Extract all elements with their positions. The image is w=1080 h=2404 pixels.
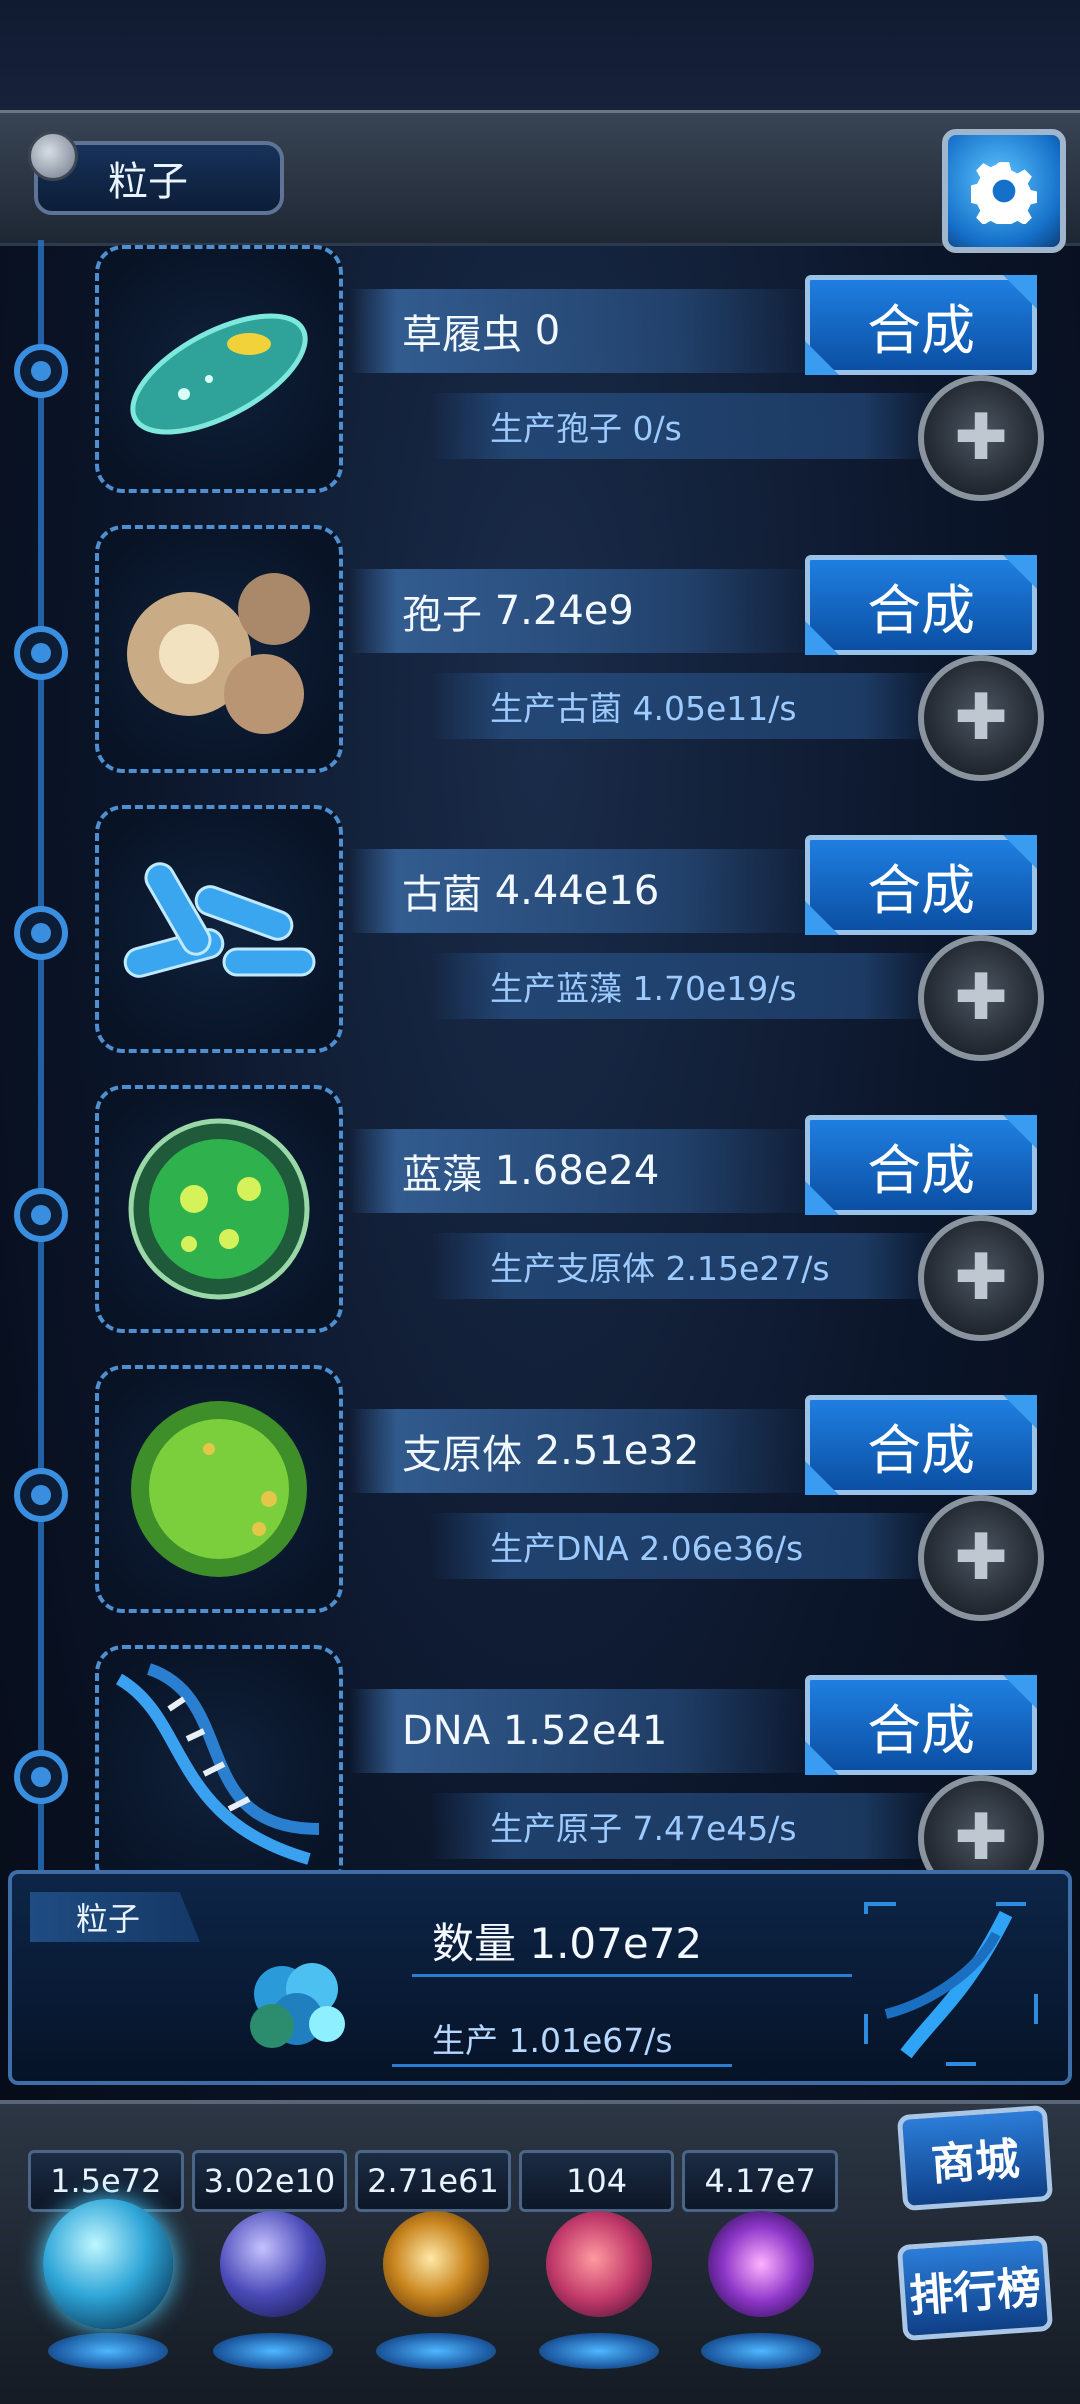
creature-name-bar: 孢子 7.24e9 bbox=[350, 569, 820, 653]
production-rate: 生产古菌 4.05e11/s bbox=[430, 673, 940, 739]
currency-bar: 1.5e72 3.02e10 2.71e61 104 4.17e7 bbox=[28, 2150, 838, 2212]
synthesize-button[interactable]: 合成 bbox=[805, 1115, 1037, 1215]
currency-value: 2.71e61 bbox=[355, 2150, 511, 2212]
ranking-button[interactable]: 排行榜 bbox=[896, 2234, 1054, 2342]
synthesize-button[interactable]: 合成 bbox=[805, 1675, 1037, 1775]
archaea-icon bbox=[95, 805, 343, 1053]
creature-name: 蓝藻 bbox=[402, 1152, 482, 1198]
creature-row: 古菌 4.44e16 合成 生产蓝藻 1.70e19/s ✚ bbox=[0, 805, 1080, 1061]
orb-pedestal bbox=[376, 2333, 496, 2369]
orb-selector bbox=[28, 2199, 838, 2375]
creature-count: 2.51e32 bbox=[534, 1428, 700, 1474]
orb-slot[interactable] bbox=[198, 2205, 348, 2375]
upgrade-button[interactable]: ✚ bbox=[918, 1495, 1044, 1621]
creature-count: 7.24e9 bbox=[494, 588, 634, 634]
orb-pedestal bbox=[539, 2333, 659, 2369]
screw-icon bbox=[28, 131, 78, 181]
plus-icon: ✚ bbox=[954, 1801, 1008, 1875]
upgrade-button[interactable]: ✚ bbox=[918, 375, 1044, 501]
upgrade-button[interactable]: ✚ bbox=[918, 935, 1044, 1061]
orb-pedestal bbox=[701, 2333, 821, 2369]
paramecium-icon bbox=[95, 245, 343, 493]
brain-orb-icon bbox=[546, 2211, 652, 2317]
particle-summary-panel: 粒子 数量 1.07e72 生产 1.01e67/s bbox=[8, 1870, 1072, 2085]
orb-pedestal bbox=[213, 2333, 333, 2369]
plus-icon: ✚ bbox=[954, 1521, 1008, 1595]
connector-line bbox=[412, 1974, 852, 1977]
lightning-orb-icon bbox=[220, 2211, 326, 2317]
creature-name-bar: DNA 1.52e41 bbox=[350, 1689, 820, 1773]
plus-icon: ✚ bbox=[954, 961, 1008, 1035]
dna-helix-icon bbox=[856, 1894, 1046, 2074]
currency-value: 104 bbox=[518, 2150, 675, 2212]
top-bar: 粒子 bbox=[0, 110, 1080, 253]
synthesize-button[interactable]: 合成 bbox=[805, 555, 1037, 655]
settings-button[interactable] bbox=[942, 129, 1066, 253]
production-rate: 生产DNA 2.06e36/s bbox=[430, 1513, 940, 1579]
creature-row: DNA 1.52e41 合成 生产原子 7.47e45/s ✚ bbox=[0, 1645, 1080, 1901]
production-rate: 生产支原体 2.15e27/s bbox=[430, 1233, 940, 1299]
creature-name-bar: 蓝藻 1.68e24 bbox=[350, 1129, 820, 1213]
orb-slot[interactable] bbox=[524, 2205, 674, 2375]
creature-count: 1.52e41 bbox=[502, 1708, 668, 1754]
creature-row: 孢子 7.24e9 合成 生产古菌 4.05e11/s ✚ bbox=[0, 525, 1080, 781]
page-title-text: 粒子 bbox=[108, 159, 188, 205]
particle-rate: 生产 1.01e67/s bbox=[432, 2021, 673, 2060]
creature-name: DNA bbox=[402, 1708, 491, 1754]
gear-icon bbox=[971, 162, 1037, 224]
creature-row: 支原体 2.51e32 合成 生产DNA 2.06e36/s ✚ bbox=[0, 1365, 1080, 1621]
creature-name: 古菌 bbox=[402, 872, 482, 918]
creature-name-bar: 古菌 4.44e16 bbox=[350, 849, 820, 933]
dna-icon bbox=[95, 1645, 343, 1893]
spore-icon bbox=[95, 525, 343, 773]
creature-count: 0 bbox=[534, 308, 561, 354]
currency-value: 4.17e7 bbox=[682, 2150, 838, 2212]
particle-tab: 粒子 bbox=[30, 1892, 200, 1942]
plus-icon: ✚ bbox=[954, 681, 1008, 755]
creature-row: 蓝藻 1.68e24 合成 生产支原体 2.15e27/s ✚ bbox=[0, 1085, 1080, 1341]
upgrade-button[interactable]: ✚ bbox=[918, 655, 1044, 781]
production-rate: 生产蓝藻 1.70e19/s bbox=[430, 953, 940, 1019]
synthesize-button[interactable]: 合成 bbox=[805, 275, 1037, 375]
orb-slot[interactable] bbox=[33, 2199, 183, 2375]
creature-name-bar: 草履虫 0 bbox=[350, 289, 820, 373]
particle-count: 数量 1.07e72 bbox=[432, 1919, 703, 1968]
creature-name: 草履虫 bbox=[402, 312, 522, 358]
shop-button[interactable]: 商城 bbox=[896, 2104, 1054, 2212]
creature-count: 4.44e16 bbox=[494, 868, 660, 914]
creature-name: 支原体 bbox=[402, 1432, 522, 1478]
particle-orb-icon bbox=[43, 2199, 173, 2329]
creature-name: 孢子 bbox=[402, 592, 482, 638]
particle-cluster-icon bbox=[212, 1934, 382, 2074]
space-background bbox=[0, 0, 1080, 115]
production-rate: 生产原子 7.47e45/s bbox=[430, 1793, 940, 1859]
nebula-orb-icon bbox=[383, 2211, 489, 2317]
synthesize-button[interactable]: 合成 bbox=[805, 835, 1037, 935]
page-title: 粒子 bbox=[28, 131, 284, 215]
synthesize-button[interactable]: 合成 bbox=[805, 1395, 1037, 1495]
production-rate: 生产孢子 0/s bbox=[430, 393, 940, 459]
plus-icon: ✚ bbox=[954, 1241, 1008, 1315]
mycoplasma-icon bbox=[95, 1365, 343, 1613]
plus-icon: ✚ bbox=[954, 401, 1008, 475]
orb-slot[interactable] bbox=[361, 2205, 511, 2375]
orb-slot[interactable] bbox=[686, 2205, 836, 2375]
creature-count: 1.68e24 bbox=[494, 1148, 660, 1194]
creature-name-bar: 支原体 2.51e32 bbox=[350, 1409, 820, 1493]
vortex-orb-icon bbox=[708, 2211, 814, 2317]
cyanobacteria-icon bbox=[95, 1085, 343, 1333]
connector-line bbox=[392, 2064, 732, 2067]
currency-value: 3.02e10 bbox=[191, 2150, 348, 2212]
orb-pedestal bbox=[48, 2333, 168, 2369]
upgrade-button[interactable]: ✚ bbox=[918, 1215, 1044, 1341]
creature-row: 草履虫 0 合成 生产孢子 0/s ✚ bbox=[0, 245, 1080, 501]
